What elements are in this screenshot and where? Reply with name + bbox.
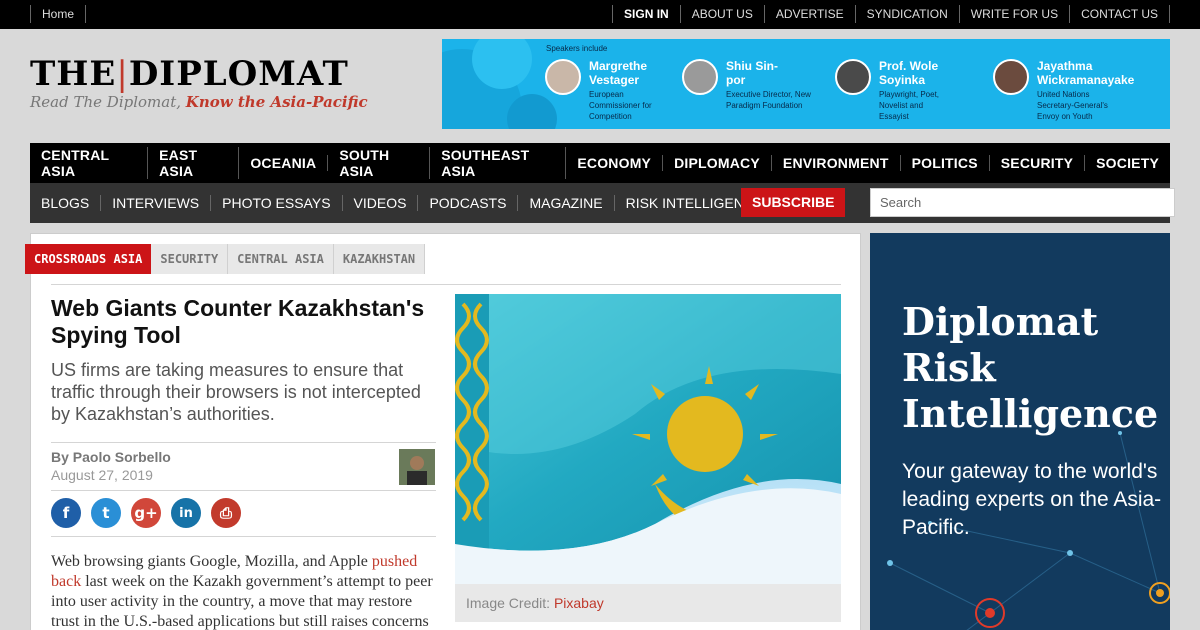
speakers-label: Speakers include [546,44,608,53]
article-tags: CROSSROADS ASIA SECURITY CENTRAL ASIA KA… [25,244,426,274]
nav-east-asia[interactable]: EAST ASIA [148,147,240,179]
speaker-photo [993,59,1029,95]
top-links: SIGN IN ABOUT US ADVERTISE SYNDICATION W… [612,5,1170,23]
tag-central-asia[interactable]: CENTRAL ASIA [228,244,334,274]
top-bar: Home SIGN IN ABOUT US ADVERTISE SYNDICAT… [0,0,1200,29]
tag-security[interactable]: SECURITY [151,244,229,274]
subnav-blogs[interactable]: BLOGS [30,195,102,211]
ad-headline: Diplomat Risk Intelligence [902,299,1159,436]
divider [51,490,436,491]
nav-oceania[interactable]: OCEANIA [239,155,329,171]
contact-us-link[interactable]: CONTACT US [1070,5,1170,23]
logo-tagline: Read The Diplomat, Know the Asia-Pacific [30,93,368,111]
speaker-name: Margrethe Vestager [589,59,648,87]
speaker-photo [835,59,871,95]
nav-society[interactable]: SOCIETY [1085,155,1170,171]
google-plus-icon[interactable]: g+ [131,498,161,528]
tagline-plain: Read The Diplomat, [30,93,186,111]
avatar-portrait [399,449,435,485]
flag-illustration [455,294,841,584]
article-body: Web browsing giants Google, Mozilla, and… [51,552,441,630]
linkedin-icon[interactable]: in [171,498,201,528]
speaker-card: Jayathma Wickramanayake United Nations Se… [993,59,1147,122]
speaker-title: Executive Director, New Paradigm Foundat… [726,90,811,110]
article-headline: Web Giants Counter Kazakhstan's Spying T… [51,295,425,348]
nav-politics[interactable]: POLITICS [901,155,990,171]
nav-central-asia[interactable]: CENTRAL ASIA [30,147,149,179]
speaker-title: European Commissioner for Competition [589,90,652,121]
share-buttons: f t g+ in ⎙ [51,498,251,528]
speaker-card: Margrethe Vestager European Commissioner … [545,59,669,122]
site-logo[interactable]: THE|DIPLOMAT Read The Diplomat, Know the… [30,56,368,111]
article-date: August 27, 2019 [51,467,153,483]
speaker-name: Shiu Sin-por [726,59,778,87]
logo-word-diplomat: DIPLOMAT [128,54,349,94]
body-text: last week on the Kazakh government’s att… [51,573,433,630]
subnav-photo-essays[interactable]: PHOTO ESSAYS [211,195,343,211]
speaker-card: Prof. Wole Soyinka Playwright, Poet, Nove… [835,59,954,122]
twitter-icon[interactable]: t [91,498,121,528]
main-nav: CENTRAL ASIA EAST ASIA OCEANIA SOUTH ASI… [30,143,1170,183]
article-card: CROSSROADS ASIA SECURITY CENTRAL ASIA KA… [25,233,861,630]
home-link[interactable]: Home [30,5,87,23]
sub-nav: BLOGS INTERVIEWS PHOTO ESSAYS VIDEOS POD… [30,183,1175,223]
tagline-bold: Know the Asia-Pacific [185,93,368,111]
tag-crossroads-asia[interactable]: CROSSROADS ASIA [25,244,152,274]
sub-nav-items: BLOGS INTERVIEWS PHOTO ESSAYS VIDEOS POD… [30,195,774,211]
print-icon[interactable]: ⎙ [211,498,241,528]
logo-divider: | [116,54,129,94]
nav-security[interactable]: SECURITY [990,155,1086,171]
subnav-interviews[interactable]: INTERVIEWS [101,195,212,211]
nav-diplomacy[interactable]: DIPLOMACY [663,155,772,171]
speaker-name: Prof. Wole Soyinka [879,59,939,87]
sign-in-link[interactable]: SIGN IN [613,5,681,23]
divider [51,442,436,443]
write-for-us-link[interactable]: WRITE FOR US [960,5,1071,23]
advertise-link[interactable]: ADVERTISE [765,5,856,23]
pixabay-link[interactable]: Pixabay [554,595,604,611]
author-avatar[interactable] [399,449,435,485]
logo-wordmark: THE|DIPLOMAT [30,56,368,92]
speaker-photo [545,59,581,95]
speaker-photo [682,59,718,95]
divider [51,284,841,285]
article-dek: US firms are taking measures to ensure t… [51,360,421,424]
nav-south-asia[interactable]: SOUTH ASIA [328,147,431,179]
search-input[interactable] [870,188,1175,217]
syndication-link[interactable]: SYNDICATION [856,5,960,23]
about-us-link[interactable]: ABOUT US [681,5,765,23]
ad-subline: Your gateway to the world's leading expe… [902,460,1162,539]
subnav-videos[interactable]: VIDEOS [343,195,419,211]
nav-southeast-asia[interactable]: SOUTHEAST ASIA [430,147,567,179]
body-text: Web browsing giants Google, Mozilla, and… [51,553,372,570]
facebook-icon[interactable]: f [51,498,81,528]
subnav-magazine[interactable]: MAGAZINE [518,195,615,211]
logo-word-the: THE [30,54,117,94]
divider [51,536,436,537]
subnav-podcasts[interactable]: PODCASTS [418,195,519,211]
speaker-card: Shiu Sin-por Executive Director, New Para… [682,59,811,111]
article-author[interactable]: By Paolo Sorbello [51,449,171,465]
image-caption: Image Credit: Pixabay [455,584,841,622]
subscribe-button[interactable]: SUBSCRIBE [741,188,846,217]
speaker-title: United Nations Secretary-General's Envoy… [1037,90,1108,121]
speaker-name: Jayathma Wickramanayake [1037,59,1135,87]
caption-label: Image Credit: [466,595,554,611]
risk-intelligence-ad[interactable]: Diplomat Risk Intelligence Your gateway … [870,233,1170,630]
tag-kazakhstan[interactable]: KAZAKHSTAN [333,244,426,274]
nav-economy[interactable]: ECONOMY [566,155,664,171]
speakers-ad-banner[interactable]: Speakers include Margrethe Vestager Europ… [442,39,1170,129]
nav-environment[interactable]: ENVIRONMENT [772,155,901,171]
speaker-title: Playwright, Poet, Novelist and Essayist [879,90,940,121]
kazakhstan-flag-photo [455,294,841,584]
